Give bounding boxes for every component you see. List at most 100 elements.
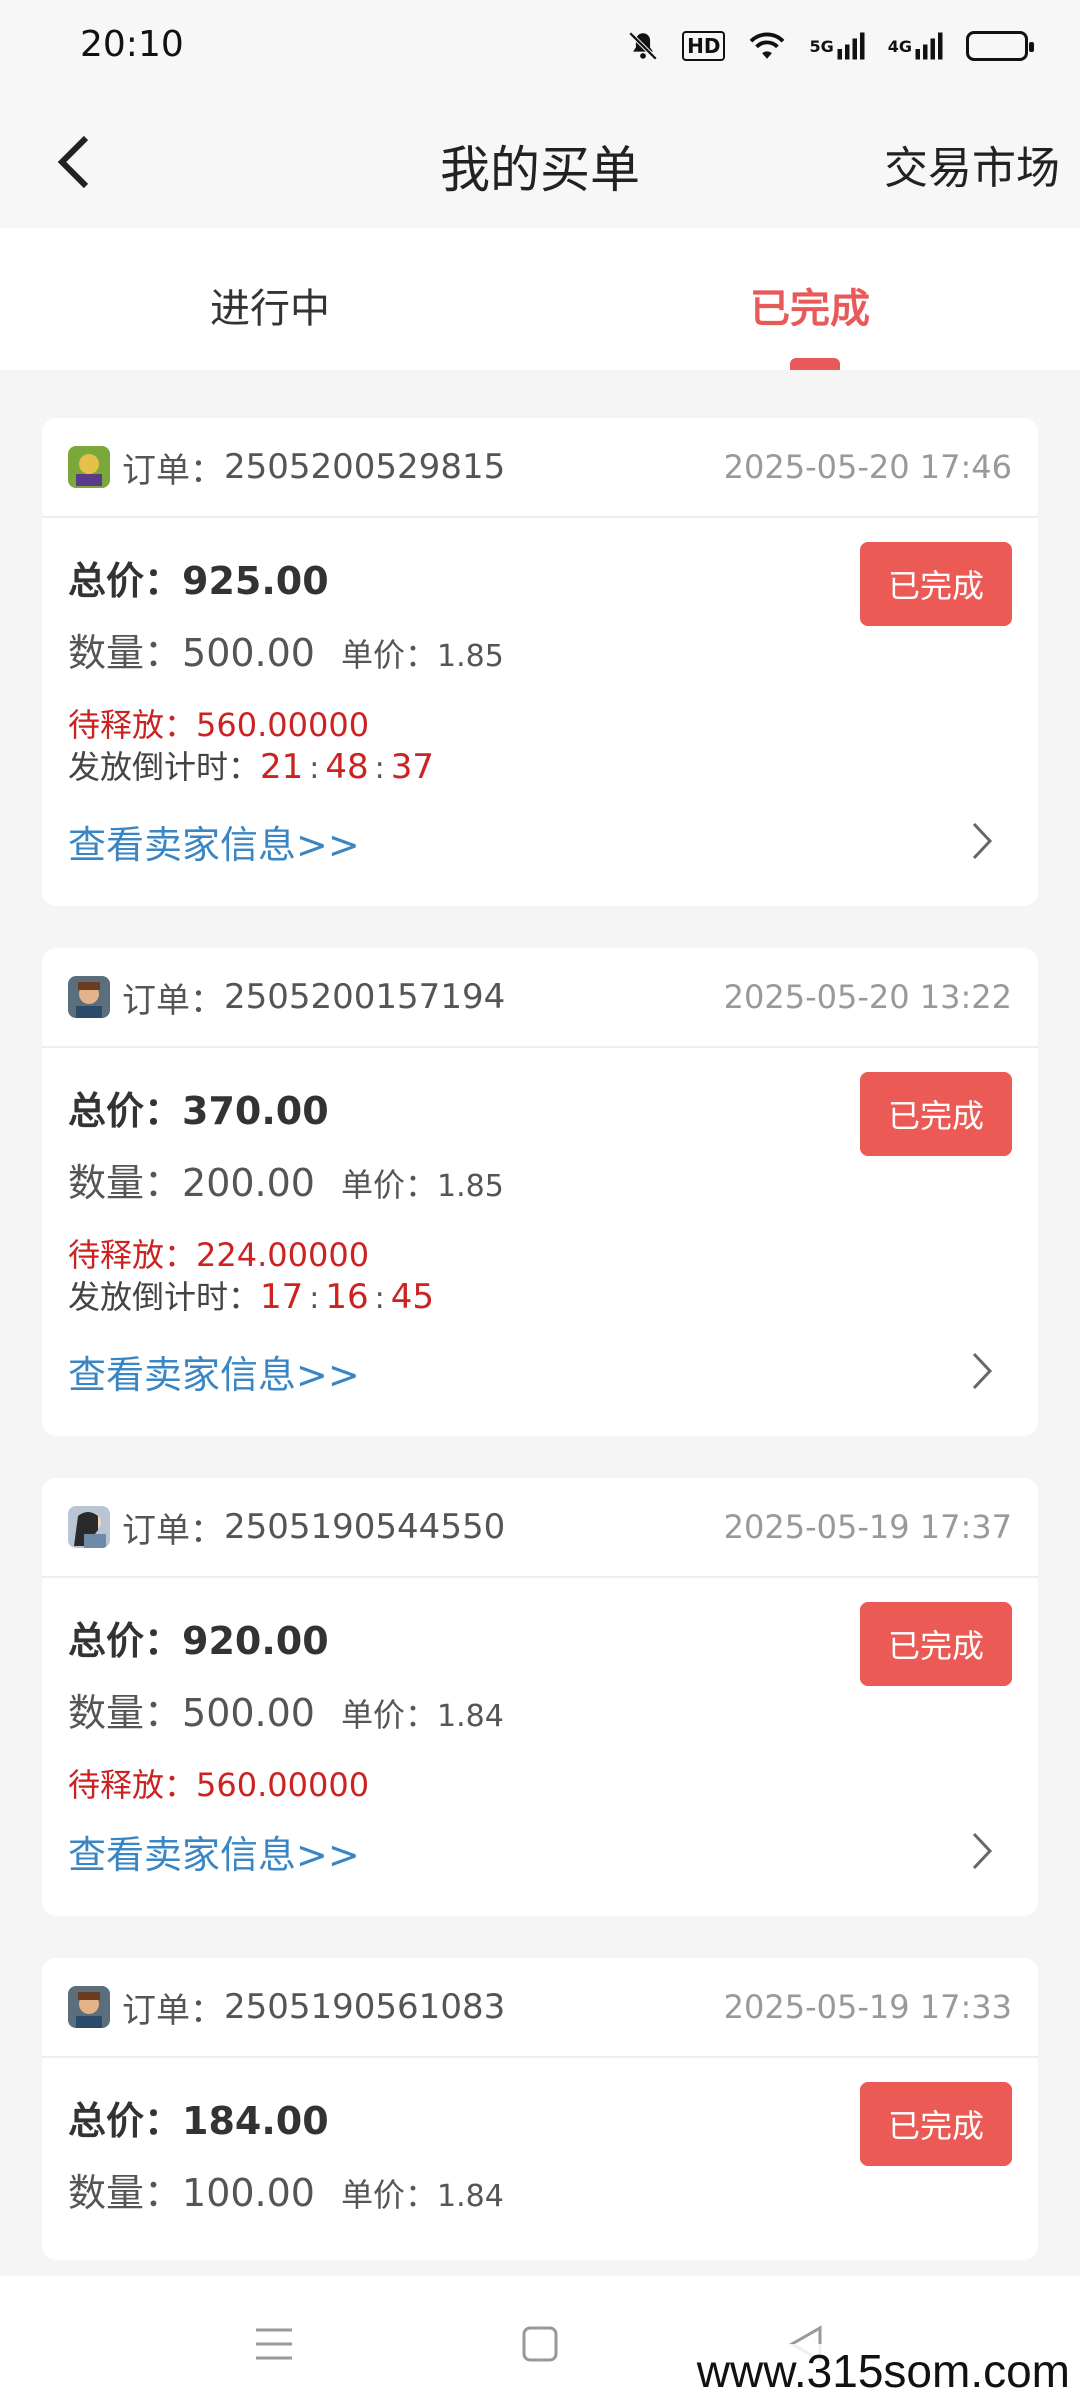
quantity-value: 100.00 xyxy=(182,2171,315,2215)
back-button[interactable] xyxy=(44,132,104,192)
order-number-label: 订单： xyxy=(122,1510,224,1551)
chevron-right-icon[interactable] xyxy=(962,1348,1002,1394)
pending-release-row: 待释放： 224.00000 xyxy=(68,1222,1012,1274)
quantity-label: 数量： xyxy=(68,1161,183,1205)
countdown-label: 发放倒计时： xyxy=(68,748,261,786)
view-seller-info-link[interactable]: 查看卖家信息>> xyxy=(68,1824,360,1879)
order-time: 2025-05-19 17:33 xyxy=(723,1988,1012,2026)
pending-release-value: 224.00000 xyxy=(196,1236,370,1274)
chevron-left-icon xyxy=(57,135,89,189)
order-time: 2025-05-20 17:46 xyxy=(723,448,1012,486)
status-bar: 20:10 HD 5G 4G xyxy=(0,0,1080,96)
total-label: 总价： xyxy=(68,559,183,603)
5g-signal-icon: 5G xyxy=(809,26,865,66)
quantity-label: 数量： xyxy=(68,631,183,675)
total-value: 920.00 xyxy=(182,1619,329,1663)
pending-release-label: 待释放： xyxy=(68,1766,197,1804)
tab-label: 进行中 xyxy=(210,286,330,332)
avatar xyxy=(68,446,110,488)
countdown-hours: 17 xyxy=(260,1277,304,1317)
countdown-hours: 21 xyxy=(260,747,304,787)
order-card[interactable]: 订单： 2505200529815 2025-05-20 17:46 已完成 总… xyxy=(42,418,1038,906)
pending-release-label: 待释放： xyxy=(68,1236,197,1274)
status-badge[interactable]: 已完成 xyxy=(860,1072,1012,1156)
unit-price-value: 1.84 xyxy=(437,1699,504,1734)
total-label: 总价： xyxy=(68,1619,183,1663)
order-card[interactable]: 订单： 2505190561083 2025-05-19 17:33 已完成 总… xyxy=(42,1958,1038,2260)
status-badge[interactable]: 已完成 xyxy=(860,542,1012,626)
watermark: www.315som.com xyxy=(696,2344,1070,2398)
trade-market-link[interactable]: 交易市场 xyxy=(884,132,1060,196)
order-number-label: 订单： xyxy=(122,450,224,491)
hd-label: HD xyxy=(682,31,726,61)
avatar xyxy=(68,1986,110,2028)
status-badge[interactable]: 已完成 xyxy=(860,1602,1012,1686)
countdown-minutes: 48 xyxy=(325,747,369,787)
order-body: 已完成 总价： 184.00 数量： 100.00 单价： 1.84 xyxy=(42,2058,1038,2260)
order-number-label: 订单： xyxy=(122,980,224,1021)
wifi-icon xyxy=(747,26,787,66)
tab-completed[interactable]: 已完成 xyxy=(540,228,1080,370)
quantity-value: 200.00 xyxy=(182,1161,315,1205)
order-number-label: 订单： xyxy=(122,1990,224,2031)
order-number: 2505190561083 xyxy=(224,1987,506,2027)
menu-icon[interactable] xyxy=(244,2316,304,2372)
order-time: 2025-05-20 13:22 xyxy=(723,978,1012,1016)
status-icons: HD 5G 4G xyxy=(626,26,1034,66)
order-number: 2505190544550 xyxy=(224,1507,506,1547)
order-list: 订单： 2505200529815 2025-05-20 17:46 已完成 总… xyxy=(42,418,1038,2302)
unit-price-label: 单价： xyxy=(340,1166,437,1204)
order-header: 订单： 2505190561083 2025-05-19 17:33 xyxy=(42,1958,1038,2058)
4g-signal-icon: 4G xyxy=(888,26,944,66)
chevron-right-icon[interactable] xyxy=(962,1828,1002,1874)
order-time: 2025-05-19 17:37 xyxy=(723,1508,1012,1546)
seller-info-row[interactable]: 查看卖家信息>> xyxy=(68,1802,1012,1888)
pending-release-value: 560.00000 xyxy=(196,706,370,744)
avatar xyxy=(68,1506,110,1548)
battery-icon xyxy=(966,26,1034,66)
pending-release-label: 待释放： xyxy=(68,706,197,744)
order-card[interactable]: 订单： 2505190544550 2025-05-19 17:37 已完成 总… xyxy=(42,1478,1038,1916)
seller-info-row[interactable]: 查看卖家信息>> xyxy=(68,1322,1012,1408)
order-card[interactable]: 订单： 2505200157194 2025-05-20 13:22 已完成 总… xyxy=(42,948,1038,1436)
app-header: 我的买单 交易市场 xyxy=(0,96,1080,228)
order-tabs: 进行中 已完成 xyxy=(0,228,1080,370)
pending-release-value: 560.00000 xyxy=(196,1766,370,1804)
total-value: 370.00 xyxy=(182,1089,329,1133)
countdown-minutes: 16 xyxy=(325,1277,369,1317)
view-seller-info-link[interactable]: 查看卖家信息>> xyxy=(68,1344,360,1399)
home-square-icon[interactable] xyxy=(510,2316,570,2372)
bell-mute-icon xyxy=(626,26,660,66)
status-badge[interactable]: 已完成 xyxy=(860,2082,1012,2166)
unit-price-value: 1.85 xyxy=(437,1169,504,1204)
quantity-row: 数量： 500.00 单价： 1.85 xyxy=(68,616,1012,692)
countdown-row: 发放倒计时： 21:48:37 xyxy=(68,742,1012,792)
quantity-value: 500.00 xyxy=(182,1691,315,1735)
4g-label: 4G xyxy=(887,36,912,56)
quantity-label: 数量： xyxy=(68,2171,183,2215)
total-label: 总价： xyxy=(68,2099,183,2143)
unit-price-label: 单价： xyxy=(340,1696,437,1734)
countdown-row: 发放倒计时： 17:16:45 xyxy=(68,1272,1012,1322)
quantity-row: 数量： 500.00 单价： 1.84 xyxy=(68,1676,1012,1752)
unit-price-value: 1.84 xyxy=(437,2179,504,2214)
order-header: 订单： 2505200529815 2025-05-20 17:46 xyxy=(42,418,1038,518)
total-label: 总价： xyxy=(68,1089,183,1133)
unit-price-label: 单价： xyxy=(340,2176,437,2214)
order-number: 2505200529815 xyxy=(224,447,506,487)
chevron-right-icon[interactable] xyxy=(962,818,1002,864)
unit-price-label: 单价： xyxy=(340,636,437,674)
unit-price-value: 1.85 xyxy=(437,639,504,674)
view-seller-info-link[interactable]: 查看卖家信息>> xyxy=(68,814,360,869)
seller-info-row[interactable]: 查看卖家信息>> xyxy=(68,792,1012,878)
avatar xyxy=(68,976,110,1018)
tab-label: 已完成 xyxy=(750,286,870,332)
pending-release-row: 待释放： 560.00000 xyxy=(68,1752,1012,1804)
quantity-label: 数量： xyxy=(68,1691,183,1735)
active-tab-indicator xyxy=(790,358,840,370)
quantity-value: 500.00 xyxy=(182,631,315,675)
tab-in-progress[interactable]: 进行中 xyxy=(0,228,540,370)
status-time: 20:10 xyxy=(80,24,184,65)
order-number: 2505200157194 xyxy=(224,977,506,1017)
countdown-seconds: 37 xyxy=(390,747,435,787)
